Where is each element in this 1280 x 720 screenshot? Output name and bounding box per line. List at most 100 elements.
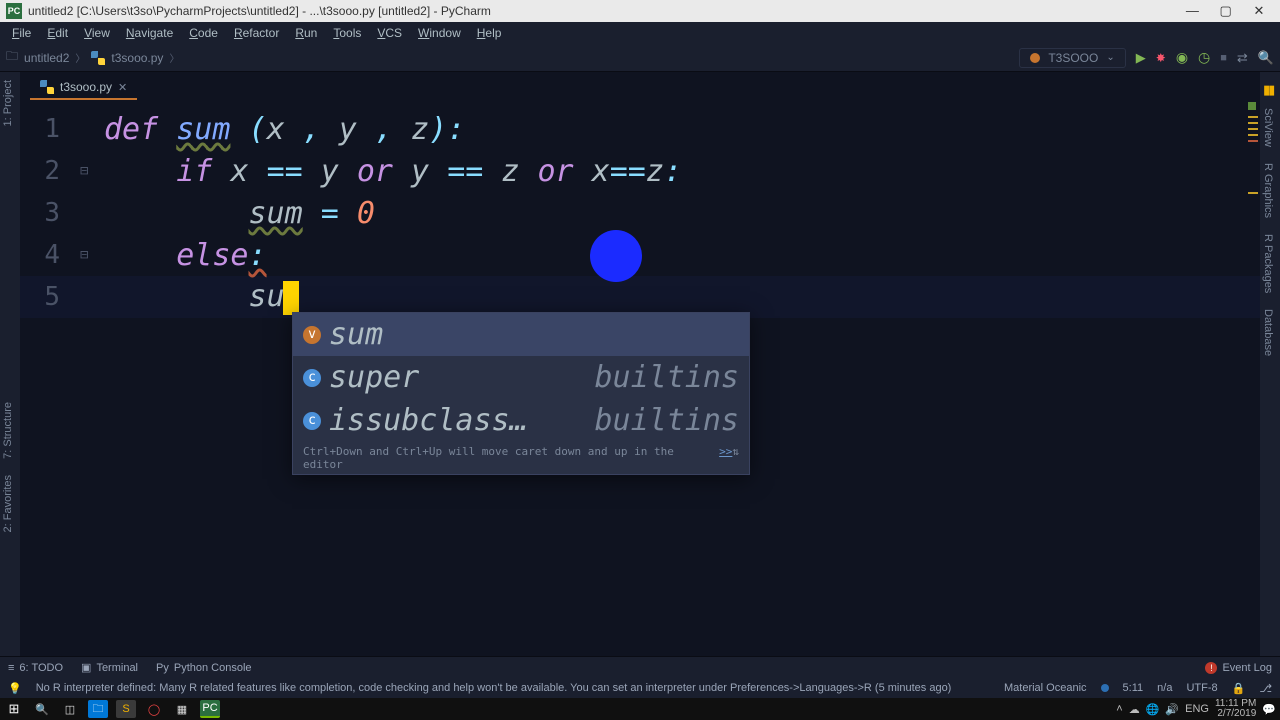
tray-onedrive-icon[interactable]: ☁ <box>1129 703 1140 716</box>
maximize-button[interactable]: ▢ <box>1211 3 1241 19</box>
menu-code[interactable]: Code <box>183 24 224 42</box>
menu-refactor[interactable]: Refactor <box>228 24 285 42</box>
start-button[interactable]: ⊞ <box>4 700 24 718</box>
status-encoding[interactable]: UTF-8 <box>1186 682 1217 694</box>
tab-label: t3sooo.py <box>60 80 112 94</box>
status-message: No R interpreter defined: Many R related… <box>36 682 952 694</box>
autocomplete-item[interactable]: csuperbuiltins <box>293 356 749 399</box>
window-title: untitled2 [C:\Users\t3so\PycharmProjects… <box>28 4 491 18</box>
autocomplete-popup[interactable]: vsumcsuperbuiltinscissubclass…builtinsCt… <box>292 312 750 475</box>
code-text[interactable]: def sum (x , y , z): <box>104 112 465 147</box>
status-bar: 💡 No R interpreter defined: Many R relat… <box>0 678 1280 698</box>
error-stripe[interactable] <box>1248 102 1258 198</box>
debug-button[interactable]: ✸ <box>1156 51 1166 65</box>
menu-tools[interactable]: Tools <box>327 24 367 42</box>
line-number: 4 <box>20 240 80 270</box>
fold-gutter-icon[interactable]: ⊟ <box>80 247 104 263</box>
tool-window-rpackages[interactable]: R Packages <box>1260 226 1276 301</box>
autocomplete-item[interactable]: cissubclass…builtins <box>293 399 749 442</box>
editor-tab[interactable]: t3sooo.py ✕ <box>30 76 137 100</box>
tray-network-icon[interactable]: 🌐 <box>1146 703 1160 716</box>
tool-window-favorites[interactable]: 2: Favorites <box>0 467 16 540</box>
line-number: 1 <box>20 114 80 144</box>
line-number: 5 <box>20 282 80 312</box>
close-button[interactable]: ✕ <box>1244 3 1274 19</box>
tool-window-structure[interactable]: 7: Structure <box>0 394 16 467</box>
completion-kind-icon: c <box>303 412 321 430</box>
completion-name: issubclass… <box>329 403 528 438</box>
editor-area: t3sooo.py ✕ 1 def sum (x , y , z):2⊟ if x… <box>20 72 1260 658</box>
windows-taskbar: ⊞ 🔍 ◫ 🗀 S ◯ ▦ PC ˄ ☁ 🌐 🔊 ENG 11:11 PM 2/… <box>0 698 1280 720</box>
layout-button[interactable]: ⇄ <box>1237 50 1248 66</box>
stop-button[interactable]: ■ <box>1220 52 1227 64</box>
status-caret-pos[interactable]: 5:11 <box>1123 682 1144 694</box>
lock-icon[interactable]: 🔒 <box>1232 682 1246 695</box>
autocomplete-hint-link[interactable]: >> <box>719 445 732 471</box>
code-text[interactable]: sum = 0 <box>104 196 375 231</box>
menu-window[interactable]: Window <box>412 24 467 42</box>
run-button[interactable]: ▶ <box>1136 50 1146 66</box>
minimize-button[interactable]: — <box>1177 3 1207 18</box>
autocomplete-item[interactable]: vsum <box>293 313 749 356</box>
breadcrumb-file[interactable]: t3sooo.py <box>111 51 163 65</box>
editor-tabs: t3sooo.py ✕ <box>20 72 1260 100</box>
nav-toolbar: 🗀 untitled2 〉 t3sooo.py 〉 T3SOOO ⌄ ▶ ✸ ◉… <box>0 44 1280 72</box>
chevron-right-icon: 〉 <box>75 50 85 65</box>
code-line[interactable]: 1 def sum (x , y , z): <box>20 108 1260 150</box>
tool-window-rgraphics[interactable]: R Graphics <box>1260 155 1276 226</box>
taskbar-sublime-icon[interactable]: S <box>116 700 136 718</box>
run-config-icon <box>1030 53 1040 63</box>
tool-window-sciview[interactable]: SciView <box>1260 100 1276 155</box>
status-na: n/a <box>1157 682 1172 694</box>
tray-chevron-up-icon[interactable]: ˄ <box>1116 703 1122 715</box>
python-file-icon <box>40 80 54 94</box>
bottom-tool-tabs: ≡6: TODO ▣Terminal PyPython Console !Event … <box>0 656 1280 678</box>
system-tray[interactable]: ˄ ☁ 🌐 🔊 ENG 11:11 PM 2/7/2019 💬 <box>1116 699 1276 719</box>
bottom-tool-terminal[interactable]: ▣Terminal <box>81 661 138 674</box>
tray-clock[interactable]: 11:11 PM 2/7/2019 <box>1215 699 1256 719</box>
taskbar-explorer-icon[interactable]: 🗀 <box>88 700 108 718</box>
bottom-tool-todo[interactable]: ≡6: TODO <box>8 662 63 674</box>
taskbar-opera-icon[interactable]: ◯ <box>144 700 164 718</box>
completion-kind-icon: v <box>303 326 321 344</box>
right-tool-strip: ▮▮ SciView R Graphics R Packages Databas… <box>1260 72 1280 658</box>
close-tab-icon[interactable]: ✕ <box>118 81 127 94</box>
folder-icon: 🗀 <box>6 47 18 68</box>
git-branch-icon[interactable]: ⎇ <box>1259 682 1272 695</box>
status-theme[interactable]: Material Oceanic <box>1004 682 1087 694</box>
code-line[interactable]: 3 sum = 0 <box>20 192 1260 234</box>
completion-module: builtins <box>595 360 740 395</box>
taskbar-pycharm-icon[interactable]: PC <box>200 700 220 718</box>
code-line[interactable]: 2⊟ if x == y or y == z or x==z: <box>20 150 1260 192</box>
run-config-dropdown[interactable]: T3SOOO ⌄ <box>1019 48 1125 68</box>
search-everywhere-button[interactable]: 🔍 <box>1258 50 1274 66</box>
code-text[interactable]: su <box>104 279 299 315</box>
taskbar-search-icon[interactable]: 🔍 <box>32 700 52 718</box>
menu-view[interactable]: View <box>78 24 116 42</box>
breadcrumb-project[interactable]: untitled2 <box>24 51 69 65</box>
coverage-button[interactable]: ◉ <box>1176 49 1188 66</box>
taskbar-taskview-icon[interactable]: ◫ <box>60 700 80 718</box>
tool-window-database[interactable]: Database <box>1260 301 1276 364</box>
fold-gutter-icon[interactable]: ⊟ <box>80 163 104 179</box>
menu-edit[interactable]: Edit <box>41 24 74 42</box>
bottom-tool-pythonconsole[interactable]: PyPython Console <box>156 662 252 674</box>
lightbulb-icon[interactable]: 💡 <box>8 682 22 695</box>
tool-window-project[interactable]: 1: Project <box>0 72 16 134</box>
menu-run[interactable]: Run <box>289 24 323 42</box>
code-editor[interactable]: 1 def sum (x , y , z):2⊟ if x == y or y =… <box>20 100 1260 318</box>
menu-vcs[interactable]: VCS <box>371 24 408 42</box>
event-log-button[interactable]: !Event Log <box>1205 662 1272 674</box>
text-cursor <box>283 281 299 315</box>
menu-file[interactable]: File <box>6 24 37 42</box>
code-text[interactable]: else: <box>104 238 267 273</box>
code-text[interactable]: if x == y or y == z or x==z: <box>104 154 682 189</box>
completion-name: super <box>329 360 419 395</box>
taskbar-app-icon[interactable]: ▦ <box>172 700 192 718</box>
tray-language[interactable]: ENG <box>1185 703 1209 715</box>
menu-navigate[interactable]: Navigate <box>120 24 179 42</box>
menu-help[interactable]: Help <box>471 24 508 42</box>
profile-button[interactable]: ◷ <box>1198 49 1210 66</box>
tray-notifications-icon[interactable]: 💬 <box>1262 703 1276 716</box>
tray-volume-icon[interactable]: 🔊 <box>1165 703 1179 716</box>
